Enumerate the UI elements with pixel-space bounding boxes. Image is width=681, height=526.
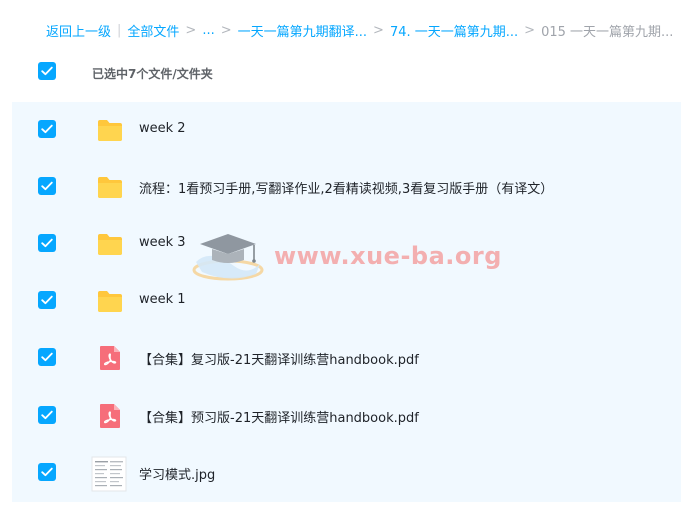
breadcrumb-level2-link[interactable]: 74. 一天一篇第九期... — [390, 21, 518, 40]
file-name[interactable]: week 1 — [139, 292, 186, 307]
row-checkbox[interactable] — [38, 234, 56, 252]
list-item[interactable]: 学习模式.jpg — [12, 445, 681, 502]
row-checkbox[interactable] — [38, 177, 56, 195]
breadcrumb-current: 015 一天一篇第九期... — [541, 24, 674, 40]
file-browser: 返回上一级 | 全部文件 > ... > 一天一篇第九期翻译... > 74. … — [0, 0, 681, 526]
checkmark-icon — [41, 467, 53, 477]
file-name[interactable]: 流程：1看预习手册,写翻译作业,2看精读视频,3看复习版手册（有译文） — [139, 178, 553, 197]
breadcrumb-divider: | — [117, 22, 122, 38]
breadcrumb: 返回上一级 | 全部文件 > ... > 一天一篇第九期翻译... > 74. … — [46, 20, 673, 40]
checkmark-icon — [41, 410, 53, 420]
folder-icon — [98, 234, 122, 255]
chevron-right-icon: > — [524, 22, 536, 38]
breadcrumb-all-files-link[interactable]: 全部文件 — [127, 21, 179, 40]
breadcrumb-level1-link[interactable]: 一天一篇第九期翻译... — [238, 21, 367, 40]
checkmark-icon — [41, 352, 53, 362]
checkmark-icon — [41, 238, 53, 248]
file-name[interactable]: 【合集】预习版-21天翻译训练营handbook.pdf — [139, 407, 419, 426]
file-name[interactable]: 学习模式.jpg — [139, 464, 215, 483]
list-header: 已选中7个文件/文件夹 — [0, 58, 681, 90]
list-item[interactable]: week 1 — [12, 273, 681, 330]
checkmark-icon — [41, 181, 53, 191]
list-item[interactable]: week 3 — [12, 216, 681, 273]
select-all-checkbox[interactable] — [38, 62, 56, 80]
breadcrumb-back-link[interactable]: 返回上一级 — [46, 21, 111, 40]
list-item[interactable]: 【合集】复习版-21天翻译训练营handbook.pdf — [12, 330, 681, 387]
selection-count-label: 已选中7个文件/文件夹 — [92, 67, 213, 81]
breadcrumb-ellipsis[interactable]: ... — [202, 23, 214, 38]
list-item[interactable]: 流程：1看预习手册,写翻译作业,2看精读视频,3看复习版手册（有译文） — [12, 159, 681, 216]
row-checkbox[interactable] — [38, 120, 56, 138]
chevron-right-icon: > — [185, 22, 197, 38]
chevron-right-icon: > — [373, 22, 384, 38]
chevron-right-icon: > — [220, 22, 232, 38]
row-checkbox[interactable] — [38, 406, 56, 424]
file-name[interactable]: 【合集】复习版-21天翻译训练营handbook.pdf — [139, 349, 419, 368]
list-item[interactable]: week 2 — [12, 102, 681, 159]
file-list: week 2 流程：1看预习手册,写翻译作业,2看精读视频,3看复习版手册（有译… — [12, 102, 681, 502]
list-item[interactable]: 【合集】预习版-21天翻译训练营handbook.pdf — [12, 388, 681, 445]
checkmark-icon — [41, 295, 53, 305]
file-name[interactable]: week 3 — [139, 235, 186, 250]
row-checkbox[interactable] — [38, 291, 56, 309]
pdf-icon — [100, 346, 120, 370]
folder-icon — [98, 177, 122, 198]
pdf-icon — [100, 404, 120, 428]
checkmark-icon — [41, 66, 53, 76]
checkmark-icon — [41, 124, 53, 134]
row-checkbox[interactable] — [38, 463, 56, 481]
row-checkbox[interactable] — [38, 348, 56, 366]
image-thumbnail-icon — [91, 456, 127, 492]
folder-icon — [98, 120, 122, 141]
folder-icon — [98, 291, 122, 312]
file-name[interactable]: week 2 — [139, 121, 186, 136]
